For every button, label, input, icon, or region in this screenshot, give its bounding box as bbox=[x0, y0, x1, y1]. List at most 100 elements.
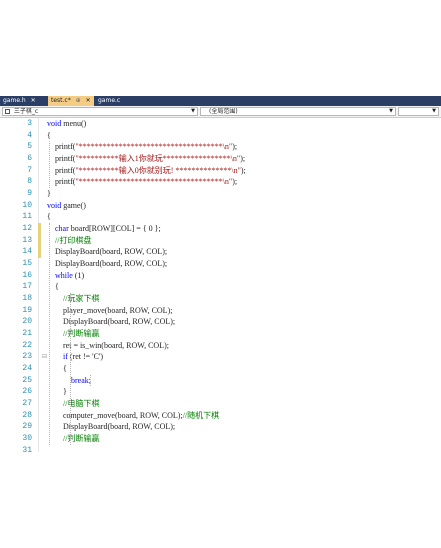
code-text[interactable]: } bbox=[47, 188, 51, 200]
code-text[interactable]: //玩家下棋 bbox=[47, 293, 99, 305]
code-text[interactable]: break; bbox=[47, 375, 91, 387]
line-number: 28 bbox=[22, 410, 32, 420]
tab-label: test.c* bbox=[51, 97, 71, 104]
line-number: 22 bbox=[22, 340, 32, 350]
code-text[interactable]: void game() bbox=[47, 200, 86, 212]
line-number: 3 bbox=[27, 119, 32, 128]
line-number: 5 bbox=[27, 142, 32, 152]
code-line[interactable]: 27 //电脑下棋 bbox=[0, 398, 441, 410]
code-line[interactable]: 5 printf("******************************… bbox=[0, 141, 441, 153]
document-tab-bar: game.h ✕ test.c* ⊕ ✕ game.c bbox=[0, 96, 441, 106]
project-dropdown[interactable]: 三子棋_c ▼ bbox=[2, 107, 198, 116]
scope-label: (全局范围) bbox=[209, 108, 238, 115]
code-text[interactable]: player_move(board, ROW, COL); bbox=[47, 305, 172, 317]
code-text[interactable]: //电脑下棋 bbox=[47, 398, 99, 410]
code-line[interactable]: 14 DisplayBoard(board, ROW, COL); bbox=[0, 246, 441, 258]
project-label: 三子棋_c bbox=[13, 108, 39, 115]
code-line[interactable]: 18 //玩家下棋 bbox=[0, 293, 441, 305]
code-line[interactable]: 28 computer_move(board, ROW, COL);//随机下棋 bbox=[0, 410, 441, 422]
code-text[interactable]: ret = is_win(board, ROW, COL); bbox=[47, 340, 169, 352]
code-line[interactable]: 19 player_move(board, ROW, COL); bbox=[0, 305, 441, 317]
code-line[interactable]: 23 if (ret != 'C') bbox=[0, 351, 441, 363]
scope-dropdown[interactable]: (全局范围) ▼ bbox=[200, 107, 396, 116]
code-line[interactable]: 15 DisplayBoard(board, ROW, COL); bbox=[0, 258, 441, 270]
close-icon[interactable]: ✕ bbox=[86, 97, 91, 104]
code-line[interactable]: 31 bbox=[0, 445, 441, 457]
line-number: 18 bbox=[22, 294, 32, 304]
code-line[interactable]: 24 { bbox=[0, 363, 441, 375]
tab-test-c[interactable]: test.c* ⊕ ✕ bbox=[48, 96, 94, 106]
line-number: 8 bbox=[27, 177, 32, 187]
code-text[interactable]: //打印棋盘 bbox=[47, 235, 91, 247]
pin-icon[interactable]: ⊕ bbox=[76, 97, 81, 104]
code-text[interactable]: DisplayBoard(board, ROW, COL); bbox=[47, 246, 167, 258]
fold-icon[interactable]: ⊟ bbox=[42, 353, 47, 360]
code-line[interactable]: 22 ret = is_win(board, ROW, COL); bbox=[0, 340, 441, 352]
code-text[interactable]: DisplayBoard(board, ROW, COL); bbox=[47, 258, 167, 270]
code-text[interactable]: computer_move(board, ROW, COL);//随机下棋 bbox=[47, 410, 219, 422]
project-icon bbox=[5, 109, 10, 114]
code-text[interactable]: printf("**********输入0你就别玩! *************… bbox=[47, 165, 246, 177]
code-line[interactable]: 20 DisplayBoard(board, ROW, COL); bbox=[0, 316, 441, 328]
code-text[interactable]: printf("**********输入1你就玩****************… bbox=[47, 153, 245, 165]
code-text[interactable]: { bbox=[47, 211, 51, 223]
indent-guide bbox=[49, 141, 50, 188]
code-line[interactable]: 21 //判断输赢 bbox=[0, 328, 441, 340]
line-number: 13 bbox=[22, 235, 32, 245]
code-text[interactable]: //判断输赢 bbox=[47, 328, 99, 340]
code-line[interactable]: 6 printf("**********输入1你就玩**************… bbox=[0, 153, 441, 165]
code-text[interactable]: DisplayBoard(board, ROW, COL); bbox=[47, 316, 175, 328]
tab-label: game.h bbox=[3, 97, 26, 104]
code-text[interactable]: while (1) bbox=[47, 270, 84, 282]
chevron-down-icon[interactable]: ▼ bbox=[191, 108, 195, 115]
code-line[interactable]: 16 while (1) bbox=[0, 270, 441, 282]
code-line[interactable]: 30 //判断输赢 bbox=[0, 433, 441, 445]
code-text[interactable]: void menu() bbox=[47, 118, 86, 130]
code-editor[interactable]: 3 void menu() 4{5 printf("****************… bbox=[0, 118, 441, 455]
tab-game-h[interactable]: game.h ✕ bbox=[0, 96, 39, 106]
line-number: 14 bbox=[22, 247, 32, 257]
line-number: 30 bbox=[22, 434, 32, 444]
navigation-bar: 三子棋_c ▼ (全局范围) ▼ ▼ bbox=[0, 106, 441, 118]
tab-game-c[interactable]: game.c bbox=[95, 96, 123, 106]
line-number: 24 bbox=[22, 364, 32, 374]
code-text[interactable]: if (ret != 'C') bbox=[47, 351, 103, 363]
line-number: 7 bbox=[27, 165, 32, 175]
code-line[interactable]: 26 } bbox=[0, 386, 441, 398]
tab-label: game.c bbox=[98, 97, 121, 104]
line-number: 11 bbox=[22, 212, 32, 222]
line-number: 19 bbox=[22, 305, 32, 315]
code-line[interactable]: 7 printf("**********输入0你就别玩! ***********… bbox=[0, 165, 441, 177]
line-number: 17 bbox=[22, 282, 32, 292]
line-number: 6 bbox=[27, 154, 32, 163]
close-icon[interactable]: ✕ bbox=[31, 97, 36, 104]
line-number: 31 bbox=[22, 445, 32, 455]
code-line[interactable]: 8 printf("******************************… bbox=[0, 176, 441, 188]
line-number: 20 bbox=[22, 317, 32, 327]
chevron-down-icon[interactable]: ▼ bbox=[432, 108, 436, 115]
code-line[interactable]: 11 { bbox=[0, 211, 441, 223]
member-dropdown[interactable]: ▼ bbox=[398, 107, 439, 116]
code-text[interactable]: printf("********************************… bbox=[47, 176, 237, 188]
line-number: 27 bbox=[22, 399, 32, 409]
code-text[interactable]: DisplayBoard(board, ROW, COL); bbox=[47, 421, 175, 433]
change-marker bbox=[38, 223, 41, 259]
code-line[interactable]: 3 void menu() bbox=[0, 118, 441, 130]
indent-guide bbox=[90, 374, 91, 387]
code-text[interactable]: //判断输赢 bbox=[47, 433, 99, 445]
chevron-down-icon[interactable]: ▼ bbox=[389, 108, 393, 115]
line-number: 12 bbox=[22, 224, 32, 234]
code-line[interactable]: 29 DisplayBoard(board, ROW, COL); bbox=[0, 421, 441, 433]
code-line[interactable]: 12 char board[ROW][COL] = { 0 }; bbox=[0, 223, 441, 235]
code-line[interactable]: 9} bbox=[0, 188, 441, 200]
code-text[interactable]: printf("********************************… bbox=[47, 141, 237, 153]
code-line[interactable]: 13 //打印棋盘 bbox=[0, 235, 441, 247]
line-number: 26 bbox=[22, 387, 32, 397]
code-line[interactable]: 10 void game() bbox=[0, 200, 441, 212]
line-number: 21 bbox=[22, 329, 32, 339]
code-line[interactable]: 25 break; bbox=[0, 375, 441, 387]
code-text[interactable]: { bbox=[47, 130, 51, 142]
code-text[interactable]: char board[ROW][COL] = { 0 }; bbox=[47, 223, 161, 235]
code-line[interactable]: 4{ bbox=[0, 130, 441, 142]
code-line[interactable]: 17 { bbox=[0, 281, 441, 293]
